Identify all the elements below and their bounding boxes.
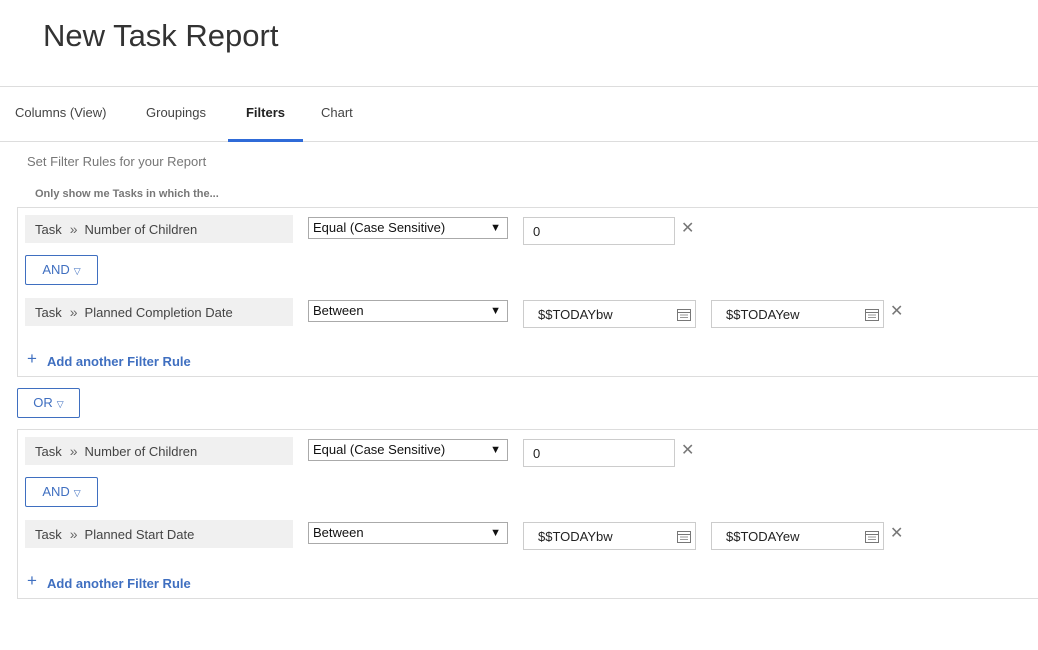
date-input-end[interactable]: $$TODAYew <box>711 522 884 550</box>
plus-icon: + <box>27 571 37 590</box>
operator-value: Equal (Case Sensitive) <box>313 220 446 235</box>
chevron-down-icon: ▽ <box>56 399 64 409</box>
chevron-down-icon: ▼ <box>490 305 501 317</box>
page-title: New Task Report <box>43 18 279 53</box>
tab-filters[interactable]: Filters <box>228 87 303 142</box>
date-input-start[interactable]: $$TODAYbw <box>523 300 696 328</box>
add-filter-rule-label: Add another Filter Rule <box>47 354 191 369</box>
filter-object-label: Task <box>35 527 62 542</box>
or-conjunction-button[interactable]: OR ▽ <box>17 388 80 418</box>
conjunction-label: AND <box>42 484 70 499</box>
calendar-icon[interactable] <box>865 308 879 321</box>
conjunction-label: AND <box>42 262 70 277</box>
value-input[interactable]: 0 <box>523 439 675 467</box>
filter-field-label: Number of Children <box>84 444 198 459</box>
tab-bar: Columns (View) Groupings Filters Chart <box>0 87 1038 142</box>
filter-field[interactable]: Task » Planned Start Date <box>25 520 293 548</box>
tab-groupings[interactable]: Groupings <box>146 87 206 141</box>
close-icon[interactable]: ✕ <box>681 221 694 237</box>
add-filter-rule-link[interactable]: + Add another Filter Rule <box>27 571 191 591</box>
filter-object-label: Task <box>35 305 62 320</box>
date-value: $$TODAYew <box>726 529 800 544</box>
filter-field-label: Planned Completion Date <box>84 305 233 320</box>
filter-field-label: Number of Children <box>84 222 198 237</box>
and-conjunction-button[interactable]: AND ▽ <box>25 255 98 285</box>
filter-field[interactable]: Task » Planned Completion Date <box>25 298 293 326</box>
filter-object-label: Task <box>35 222 62 237</box>
and-conjunction-button[interactable]: AND ▽ <box>25 477 98 507</box>
calendar-icon[interactable] <box>677 308 691 321</box>
add-filter-rule-link[interactable]: + Add another Filter Rule <box>27 349 191 369</box>
conjunction-label: OR <box>33 395 53 410</box>
double-chevron-right-icon: » <box>69 443 78 459</box>
calendar-icon[interactable] <box>865 530 879 543</box>
date-value: $$TODAYbw <box>538 529 613 544</box>
filter-group: Task » Number of Children Equal (Case Sens… <box>17 429 1038 599</box>
operator-value: Between <box>313 525 364 540</box>
close-icon[interactable]: ✕ <box>890 526 903 542</box>
tab-columns-view[interactable]: Columns (View) <box>15 87 107 141</box>
filter-group: Task » Number of Children Equal (Case Sens… <box>17 207 1038 377</box>
filter-field-label: Planned Start Date <box>84 527 195 542</box>
filter-field[interactable]: Task » Number of Children <box>25 437 293 465</box>
tab-chart[interactable]: Chart <box>321 87 353 141</box>
date-value: $$TODAYbw <box>538 307 613 322</box>
date-input-start[interactable]: $$TODAYbw <box>523 522 696 550</box>
plus-icon: + <box>27 349 37 368</box>
chevron-down-icon: ▼ <box>490 444 501 456</box>
filter-object-label: Task <box>35 444 62 459</box>
value-input[interactable]: 0 <box>523 217 675 245</box>
chevron-down-icon: ▽ <box>73 488 81 498</box>
filters-subtitle: Set Filter Rules for your Report <box>27 154 207 169</box>
date-input-end[interactable]: $$TODAYew <box>711 300 884 328</box>
calendar-icon[interactable] <box>677 530 691 543</box>
operator-select[interactable]: Equal (Case Sensitive) ▼ <box>308 217 508 239</box>
double-chevron-right-icon: » <box>69 304 78 320</box>
operator-select[interactable]: Between ▼ <box>308 300 508 322</box>
chevron-down-icon: ▽ <box>73 266 81 276</box>
double-chevron-right-icon: » <box>69 221 78 237</box>
operator-select[interactable]: Between ▼ <box>308 522 508 544</box>
date-value: $$TODAYew <box>726 307 800 322</box>
double-chevron-right-icon: » <box>69 526 78 542</box>
close-icon[interactable]: ✕ <box>890 304 903 320</box>
chevron-down-icon: ▼ <box>490 527 501 539</box>
chevron-down-icon: ▼ <box>490 222 501 234</box>
filters-hint: Only show me Tasks in which the... <box>35 188 219 200</box>
operator-value: Equal (Case Sensitive) <box>313 442 446 457</box>
operator-select[interactable]: Equal (Case Sensitive) ▼ <box>308 439 508 461</box>
operator-value: Between <box>313 303 364 318</box>
close-icon[interactable]: ✕ <box>681 443 694 459</box>
add-filter-rule-label: Add another Filter Rule <box>47 576 191 591</box>
filter-field[interactable]: Task » Number of Children <box>25 215 293 243</box>
